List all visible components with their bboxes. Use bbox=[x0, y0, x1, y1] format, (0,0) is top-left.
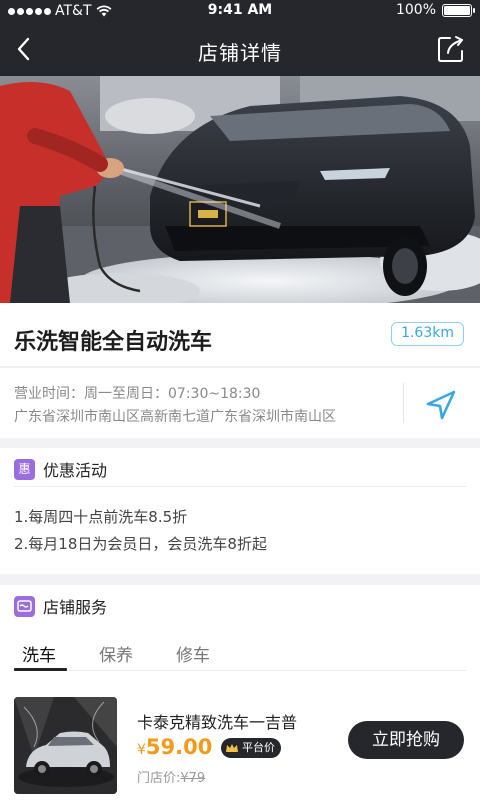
buy-now-button[interactable]: 立即抢购 bbox=[348, 721, 464, 759]
service-name: 卡泰克精致洗车一吉普 bbox=[137, 713, 298, 732]
store-photo bbox=[0, 76, 480, 303]
battery-icon bbox=[442, 3, 475, 17]
discount-icon: 惠 bbox=[14, 458, 35, 480]
navigate-icon[interactable] bbox=[424, 388, 458, 422]
services-section: 店铺服务 洗车 保养 修车 卡泰克精致洗车一吉普 ¥59.00 平台价 门店价:… bbox=[0, 585, 480, 800]
store-price-label: 门店价: bbox=[137, 771, 181, 786]
promotion-item: 1.每周四十点前洗车8.5折 bbox=[14, 508, 188, 526]
price-value: 59.00 bbox=[145, 735, 213, 759]
service-price: ¥59.00 bbox=[137, 735, 212, 759]
crown-icon bbox=[226, 743, 238, 752]
divider bbox=[14, 486, 466, 487]
promotions-title: 优惠活动 bbox=[43, 461, 108, 480]
distance-badge: 1.63km bbox=[391, 322, 464, 346]
page-title: 店铺详情 bbox=[198, 41, 282, 65]
store-info: 营业时间：周一至周日：07:30~18:30 广东省深圳市南山区高新南七道广东省… bbox=[0, 368, 480, 438]
business-hours: 营业时间：周一至周日：07:30~18:30 bbox=[14, 386, 261, 402]
tab-repair[interactable]: 修车 bbox=[176, 641, 210, 666]
share-icon[interactable] bbox=[436, 34, 466, 64]
active-tab-indicator bbox=[14, 668, 67, 671]
battery-percent: 100% bbox=[395, 2, 436, 18]
services-title: 店铺服务 bbox=[43, 598, 108, 617]
service-thumbnail bbox=[14, 697, 117, 794]
promotions-section: 惠 优惠活动 1.每周四十点前洗车8.5折 2.每月18日为会员日，会员洗车8折… bbox=[0, 448, 480, 574]
tab-car-wash[interactable]: 洗车 bbox=[22, 641, 56, 666]
price-symbol: ¥ bbox=[137, 742, 146, 758]
service-tabs: 洗车 保养 修车 bbox=[14, 637, 466, 671]
store-address: 广东省深圳市南山区高新南七道广东省深圳市南山区 bbox=[14, 409, 336, 425]
top-bar: AT&T 9:41 AM 100% 店铺详情 bbox=[0, 0, 480, 76]
store-header: 乐洗智能全自动洗车 1.63km bbox=[0, 303, 480, 367]
status-bar: AT&T 9:41 AM 100% bbox=[0, 0, 480, 22]
wash-service-icon bbox=[14, 595, 35, 617]
service-item[interactable]: 卡泰克精致洗车一吉普 ¥59.00 平台价 门店价:¥79 立即抢购 bbox=[0, 685, 480, 800]
platform-price-label: 平台价 bbox=[242, 741, 275, 754]
promotion-item: 2.每月18日为会员日，会员洗车8折起 bbox=[14, 535, 267, 553]
store-price-value: ¥79 bbox=[180, 771, 206, 786]
store-name: 乐洗智能全自动洗车 bbox=[14, 330, 213, 355]
divider bbox=[403, 383, 404, 423]
platform-price-badge: 平台价 bbox=[221, 738, 281, 758]
store-price: 门店价:¥79 bbox=[137, 767, 205, 786]
tab-maintenance[interactable]: 保养 bbox=[99, 641, 133, 666]
